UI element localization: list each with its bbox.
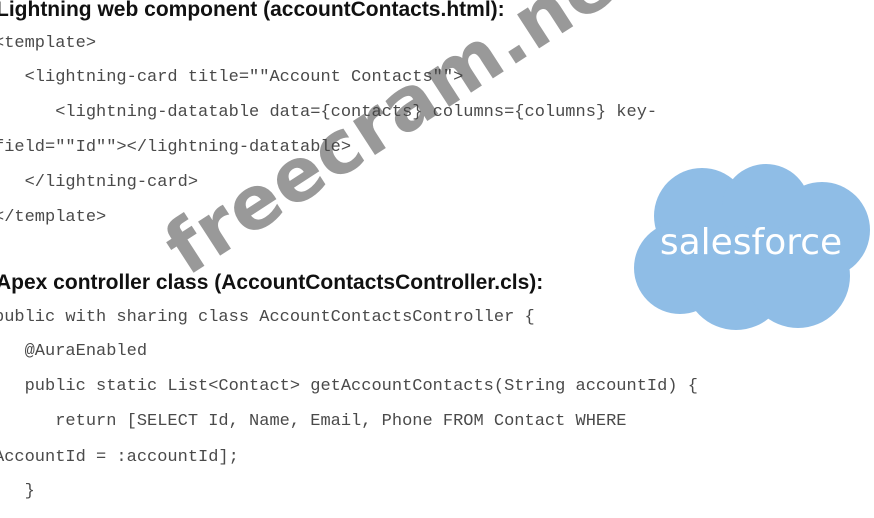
- salesforce-logo: salesforce: [628, 158, 874, 334]
- apex-heading: Apex controller class (AccountContactsCo…: [0, 271, 544, 294]
- code-line: <template>: [0, 34, 97, 53]
- salesforce-cloud-icon: salesforce: [634, 164, 870, 330]
- document-page: Lightning web component (accountContacts…: [0, 0, 874, 518]
- code-line: public static List<Contact> getAccountCo…: [0, 377, 698, 396]
- code-line: @AuraEnabled: [0, 342, 148, 361]
- logo-text: salesforce: [660, 222, 842, 263]
- code-line: public with sharing class AccountContact…: [0, 308, 535, 327]
- code-line: return [SELECT Id, Name, Email, Phone FR…: [0, 412, 627, 431]
- code-line: </template>: [0, 208, 107, 227]
- code-line: </lightning-card>: [0, 173, 199, 192]
- lwc-heading: Lightning web component (accountContacts…: [0, 0, 505, 21]
- code-line: }: [24, 482, 35, 501]
- code-line: AccountId = :accountId];: [0, 448, 239, 467]
